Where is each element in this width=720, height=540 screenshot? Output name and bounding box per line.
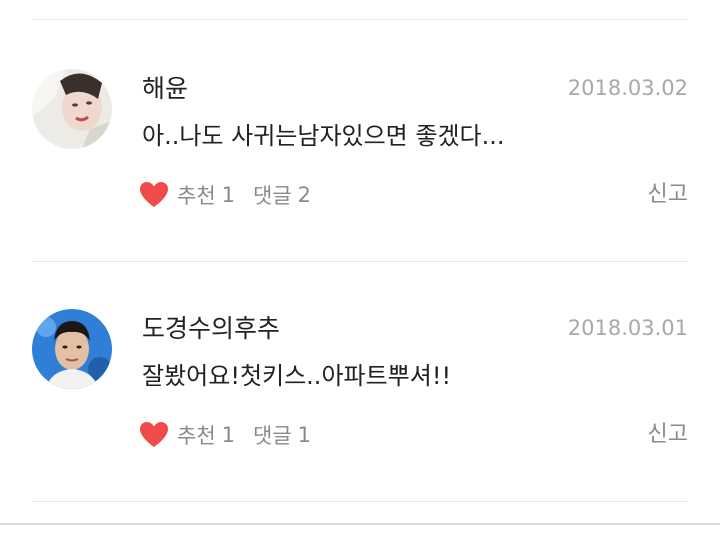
like-count: 1: [221, 423, 236, 447]
profile-photo-avatar-icon: [32, 69, 112, 149]
comment-author[interactable]: 해윤: [142, 74, 188, 104]
profile-photo-avatar-icon: [32, 309, 112, 389]
comment-text: 잘봤어요!첫키스..아파트뿌셔!!: [142, 362, 452, 390]
bottom-bar-edge: [0, 523, 720, 525]
report-button[interactable]: 신고: [648, 420, 688, 450]
comment-list-page: 해윤 2018.03.02 아..나도 사귀는남자있으면 좋겠다... 추천 1…: [0, 0, 720, 540]
reply-label[interactable]: 댓글: [253, 420, 292, 450]
comment-date: 2018.03.02: [567, 76, 688, 100]
heart-icon[interactable]: [139, 181, 169, 209]
like-count: 1: [221, 183, 236, 207]
like-label[interactable]: 추천: [177, 420, 216, 450]
comment-author[interactable]: 도경수의후추: [142, 314, 280, 344]
reply-count: 2: [297, 183, 312, 207]
divider: [32, 501, 688, 502]
comment-actions: 추천 1 댓글 1: [139, 419, 311, 451]
avatar[interactable]: [32, 69, 112, 149]
comment-text: 아..나도 사귀는남자있으면 좋겠다...: [142, 122, 505, 150]
reply-count: 1: [297, 423, 312, 447]
divider: [32, 261, 688, 262]
report-button[interactable]: 신고: [648, 180, 688, 210]
comment-actions: 추천 1 댓글 2: [139, 179, 311, 211]
avatar[interactable]: [32, 309, 112, 389]
comment-item: 도경수의후추 2018.03.01 잘봤어요!첫키스..아파트뿌셔!! 추천 1…: [0, 300, 720, 500]
divider: [32, 19, 688, 20]
comment-date: 2018.03.01: [567, 316, 688, 340]
reply-label[interactable]: 댓글: [253, 180, 292, 210]
like-label[interactable]: 추천: [177, 180, 216, 210]
comment-item: 해윤 2018.03.02 아..나도 사귀는남자있으면 좋겠다... 추천 1…: [0, 60, 720, 260]
heart-icon[interactable]: [139, 421, 169, 449]
